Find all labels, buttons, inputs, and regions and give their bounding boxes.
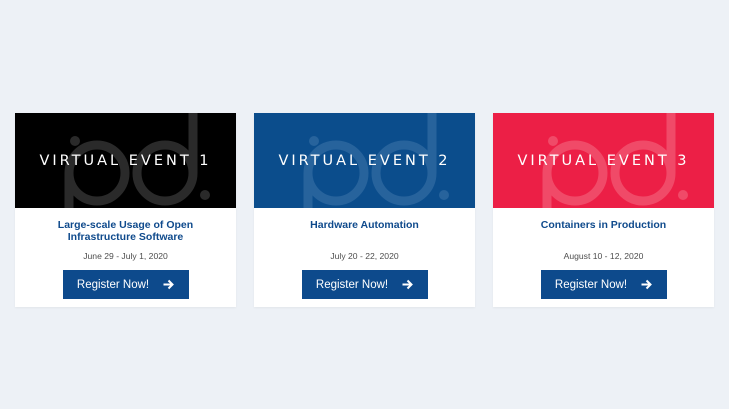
register-button-label: Register Now! [315,278,389,291]
event-title: Containers in Production [540,219,667,231]
event-card-1: VIRTUAL EVENT 1 Large-scale Usage of Ope… [15,113,236,307]
event-cards: VIRTUAL EVENT 1 Large-scale Usage of Ope… [15,113,714,307]
register-button[interactable]: Register Now! [540,270,667,299]
register-button-label: Register Now! [76,278,150,291]
banner-title: VIRTUAL EVENT 1 [39,152,212,169]
event-banner: VIRTUAL EVENT 1 [15,113,236,208]
event-title: Large-scale Usage of Open Infrastructure… [57,219,194,243]
event-dates: June 29 - July 1, 2020 [83,251,168,261]
arrow-right-icon [163,279,175,290]
register-button[interactable]: Register Now! [62,270,189,299]
event-dates: July 20 - 22, 2020 [330,251,399,261]
register-button-label: Register Now! [554,278,628,291]
event-dates: August 10 - 12, 2020 [563,251,644,261]
banner-title: VIRTUAL EVENT 3 [517,152,690,169]
banner-title: VIRTUAL EVENT 2 [278,152,451,169]
arrow-right-icon [402,279,414,290]
event-card-2: VIRTUAL EVENT 2 Hardware Automation July… [254,113,475,307]
register-button[interactable]: Register Now! [301,270,428,299]
event-banner: VIRTUAL EVENT 3 [493,113,714,208]
arrow-right-icon [641,279,653,290]
event-title: Hardware Automation [310,219,419,231]
event-banner: VIRTUAL EVENT 2 [254,113,475,208]
event-card-3: VIRTUAL EVENT 3 Containers in Production… [493,113,714,307]
